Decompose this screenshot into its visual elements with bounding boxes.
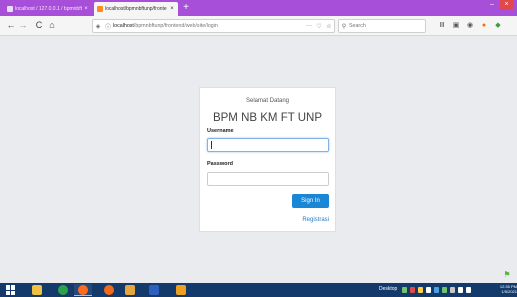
windows-logo-icon [11, 285, 15, 290]
tab-title: localhost/bpmnbftunp/fronte [105, 6, 167, 12]
sidebar-icon[interactable]: ▣ [451, 21, 461, 31]
url-host: localhost [113, 23, 134, 29]
sign-in-button[interactable]: Sign In [292, 194, 329, 208]
extension-icon[interactable]: ◆ [493, 21, 503, 31]
word-icon[interactable] [145, 284, 163, 296]
bookmark-star-icon[interactable]: ☆ [324, 23, 334, 30]
search-icon: ⚲ [341, 23, 347, 30]
system-tray [402, 286, 497, 294]
shield-icon[interactable]: ◈ [93, 23, 103, 30]
system-clock[interactable]: 12:35 PM 1/5/2021 [499, 284, 517, 294]
browser-nav-bar: ← → C ⌂ ◈ ⓘ localhost/bpmnbftunp/fronten… [0, 16, 517, 36]
browser-tab-bar: localhost / 127.0.0.1 / bpmnbft × localh… [0, 0, 517, 16]
windows-logo-icon [6, 285, 10, 290]
windows-logo-icon [11, 290, 15, 295]
login-card: Selamat Datang BPM NB KM FT UNP Username… [199, 87, 336, 232]
welcome-text: Selamat Datang [245, 98, 290, 104]
notification-flag-icon[interactable]: ⚑ [501, 270, 513, 280]
password-field[interactable] [207, 172, 329, 186]
tab-favicon-icon [97, 6, 103, 12]
pocket-icon[interactable]: ♡ [314, 23, 324, 30]
tray-app-icon[interactable] [434, 287, 439, 293]
url-text[interactable]: localhost/bpmnbftunp/frontend/web/site/l… [113, 23, 304, 29]
file-explorer-icon[interactable] [28, 284, 46, 296]
sublime-glyph [176, 285, 186, 295]
search-bar[interactable]: ⚲ [338, 19, 426, 33]
forward-arrow-icon[interactable]: → [18, 20, 28, 31]
tray-app-icon[interactable] [410, 287, 415, 293]
username-field[interactable] [207, 138, 329, 152]
file-explorer-glyph [32, 285, 42, 295]
minimize-button[interactable]: – [488, 0, 496, 10]
account-icon[interactable]: ◉ [465, 21, 475, 31]
new-tab-button[interactable]: + [181, 2, 191, 14]
tab-login-page[interactable]: localhost/bpmnbftunp/fronte × [94, 2, 178, 16]
windows-logo-icon [6, 290, 10, 295]
reload-icon[interactable]: C [34, 20, 44, 31]
search-input[interactable] [349, 23, 421, 29]
taskbar: Desktop 12:35 PM 1/5/2021 [0, 283, 517, 297]
info-icon[interactable]: ⓘ [103, 22, 113, 31]
app-icon[interactable] [121, 284, 139, 296]
volume-icon[interactable] [466, 287, 471, 293]
tab-title: localhost / 127.0.0.1 / bpmnbft [15, 6, 82, 12]
tab-phpmyadmin[interactable]: localhost / 127.0.0.1 / bpmnbft × [4, 2, 92, 16]
close-window-button[interactable]: × [500, 0, 513, 10]
word-glyph [149, 285, 159, 295]
extension-icon[interactable]: ● [479, 21, 489, 31]
tray-app-icon[interactable] [426, 287, 431, 293]
tray-app-icon[interactable] [402, 287, 407, 293]
tab-close-icon[interactable]: × [169, 6, 175, 12]
page-title: BPM NB KM FT UNP [212, 112, 323, 124]
back-arrow-icon[interactable]: ← [6, 20, 16, 31]
username-label: Username [207, 128, 234, 134]
password-label: Password [207, 161, 233, 167]
address-bar[interactable]: ◈ ⓘ localhost/bpmnbftunp/frontend/web/si… [92, 19, 335, 33]
xampp-glyph [104, 285, 114, 295]
tray-app-icon[interactable] [442, 287, 447, 293]
url-path: /bpmnbftunp/frontend/web/site/login [133, 23, 218, 29]
app-glyph [125, 285, 135, 295]
tray-app-icon[interactable] [418, 287, 423, 293]
xampp-icon[interactable] [100, 284, 118, 296]
register-link[interactable]: Registrasi [200, 217, 329, 223]
tab-close-icon[interactable]: × [83, 6, 89, 12]
sublime-text-icon[interactable] [172, 284, 190, 296]
page-content: Selamat Datang BPM NB KM FT UNP Username… [0, 37, 517, 283]
library-icon[interactable]: Ⅲ [437, 21, 447, 31]
chrome-glyph [58, 285, 68, 295]
firefox-glyph [78, 284, 88, 295]
firefox-icon[interactable] [74, 284, 92, 296]
tray-app-icon[interactable] [450, 287, 455, 293]
tab-favicon-icon [7, 6, 13, 12]
page-actions-icon[interactable]: ··· [304, 23, 314, 29]
text-caret [211, 141, 212, 149]
network-icon[interactable] [458, 287, 463, 293]
chrome-icon[interactable] [54, 284, 72, 296]
start-button[interactable] [6, 285, 16, 295]
desktop-toolbar-label[interactable]: Desktop [379, 286, 397, 292]
home-icon[interactable]: ⌂ [47, 20, 57, 31]
